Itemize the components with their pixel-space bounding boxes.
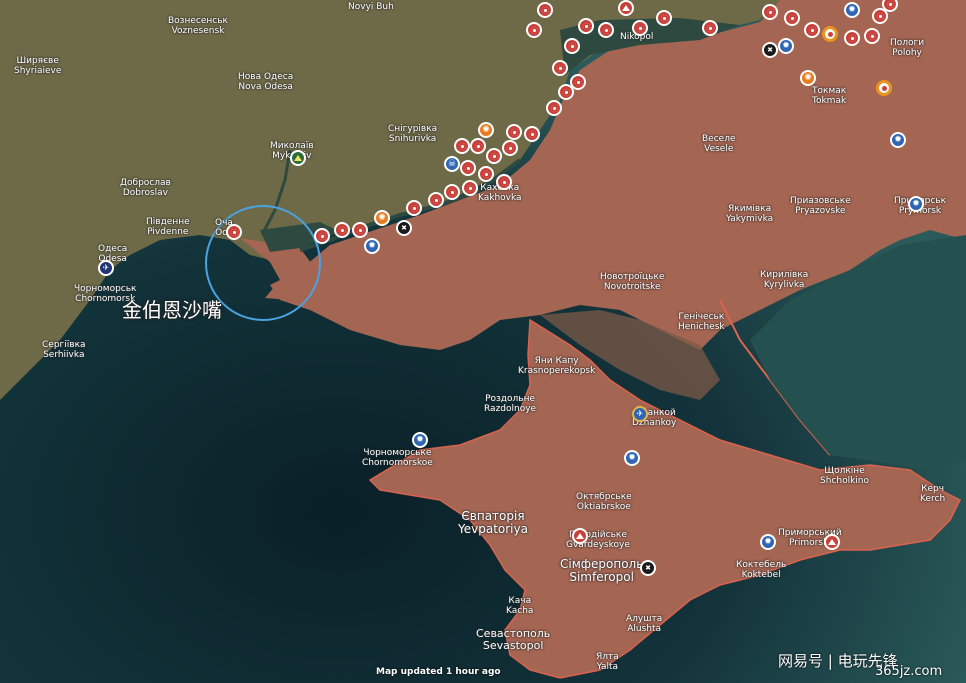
event-marker[interactable] <box>374 210 390 226</box>
event-marker[interactable] <box>496 174 512 190</box>
place-label: Керч Kerch <box>920 484 946 504</box>
place-label: Сергіївка Serhiivka <box>42 340 86 360</box>
event-marker[interactable] <box>98 260 114 276</box>
event-marker[interactable] <box>396 220 412 236</box>
watermark-url: 365jz.com <box>875 664 943 679</box>
event-marker[interactable] <box>364 238 380 254</box>
event-marker[interactable] <box>876 80 892 96</box>
event-marker[interactable] <box>290 150 306 166</box>
event-marker[interactable] <box>478 122 494 138</box>
event-marker[interactable] <box>702 20 718 36</box>
place-label: Яни Капу Krasnoperekopsk <box>518 356 596 376</box>
highlight-label: 金伯恩沙嘴 <box>122 298 222 322</box>
place-label: Якимівка Yakymivka <box>726 204 774 224</box>
event-marker[interactable] <box>462 180 478 196</box>
event-marker[interactable] <box>352 222 368 238</box>
event-marker[interactable] <box>800 70 816 86</box>
event-marker[interactable] <box>444 184 460 200</box>
place-label: Щолкіне Shcholkino <box>820 466 869 486</box>
place-label: Доброслав Dobroslav <box>120 178 171 198</box>
place-label: Веселе Vesele <box>702 134 736 154</box>
event-marker[interactable] <box>618 0 634 16</box>
event-marker[interactable] <box>908 196 924 212</box>
map-view[interactable]: Вознесенськ Voznesensk Novyi Buh Ширяєве S… <box>0 0 966 683</box>
event-marker[interactable] <box>406 200 422 216</box>
event-marker[interactable] <box>640 560 656 576</box>
place-label: Новотроїцьке Novotroitske <box>600 272 665 292</box>
place-label: Novyi Buh <box>348 2 394 12</box>
event-marker[interactable] <box>226 224 242 240</box>
event-marker[interactable] <box>506 124 522 140</box>
event-marker[interactable] <box>598 22 614 38</box>
event-marker[interactable] <box>844 30 860 46</box>
place-label: Роздольне Razdolnoye <box>484 394 537 414</box>
place-label: Сімферополь Simferopol <box>560 557 644 584</box>
event-marker[interactable] <box>778 38 794 54</box>
place-label: Снігурівка Snihurivka <box>388 124 438 144</box>
event-marker[interactable] <box>502 140 518 156</box>
place-label: Токмак Tokmak <box>812 86 847 106</box>
map-updated-status: Map updated 1 hour ago <box>376 667 501 677</box>
event-marker[interactable] <box>314 228 330 244</box>
place-label: Генічеськ Henichesk <box>678 312 725 332</box>
place-label: Кирилівка Kyrylivka <box>760 270 809 290</box>
event-marker[interactable] <box>762 4 778 20</box>
event-marker[interactable] <box>552 60 568 76</box>
event-marker[interactable] <box>824 534 840 550</box>
event-marker[interactable] <box>844 2 860 18</box>
place-label: Чорноморське Chornomorskoe <box>362 448 433 468</box>
event-marker[interactable] <box>784 10 800 26</box>
event-marker[interactable] <box>486 148 502 164</box>
event-marker[interactable] <box>760 534 776 550</box>
event-marker[interactable] <box>864 28 880 44</box>
place-label: Пологи Polohy <box>890 38 925 58</box>
event-marker[interactable] <box>428 192 444 208</box>
event-marker[interactable] <box>572 528 588 544</box>
place-label: Коктебель Koktebel <box>736 560 787 580</box>
event-marker[interactable] <box>822 26 838 42</box>
event-marker[interactable] <box>412 432 428 448</box>
event-marker[interactable] <box>762 42 778 58</box>
event-marker[interactable] <box>624 450 640 466</box>
event-marker[interactable] <box>804 22 820 38</box>
event-marker[interactable] <box>526 22 542 38</box>
event-marker[interactable] <box>546 100 562 116</box>
event-marker[interactable] <box>478 166 494 182</box>
event-marker[interactable] <box>632 20 648 36</box>
event-marker[interactable] <box>632 406 648 422</box>
event-marker[interactable] <box>890 132 906 148</box>
event-marker[interactable] <box>524 126 540 142</box>
event-marker[interactable] <box>564 38 580 54</box>
event-marker[interactable] <box>578 18 594 34</box>
place-label: Ялта Yalta <box>596 652 619 672</box>
event-marker[interactable] <box>558 84 574 100</box>
place-label: Євпаторія Yevpatoriya <box>458 509 528 536</box>
event-marker[interactable] <box>656 10 672 26</box>
event-marker[interactable] <box>460 160 476 176</box>
event-marker[interactable] <box>454 138 470 154</box>
place-label: Алушта Alushta <box>626 614 663 634</box>
event-marker[interactable] <box>470 138 486 154</box>
place-label: Вознесенськ Voznesensk <box>168 16 228 36</box>
place-label: Ширяєве Shyriaieve <box>14 56 62 76</box>
place-label: Південне Pivdenne <box>146 217 190 237</box>
place-label: Кача Kacha <box>506 596 534 616</box>
place-label: Приазовське Pryazovske <box>790 196 851 216</box>
place-label: Севастополь Sevastopol <box>476 627 551 652</box>
place-label: Нова Одеса Nova Odesa <box>238 72 294 92</box>
place-label: Октябрське Oktiabrskoe <box>576 492 632 512</box>
event-marker[interactable] <box>444 156 460 172</box>
event-marker[interactable] <box>537 2 553 18</box>
event-marker[interactable] <box>334 222 350 238</box>
